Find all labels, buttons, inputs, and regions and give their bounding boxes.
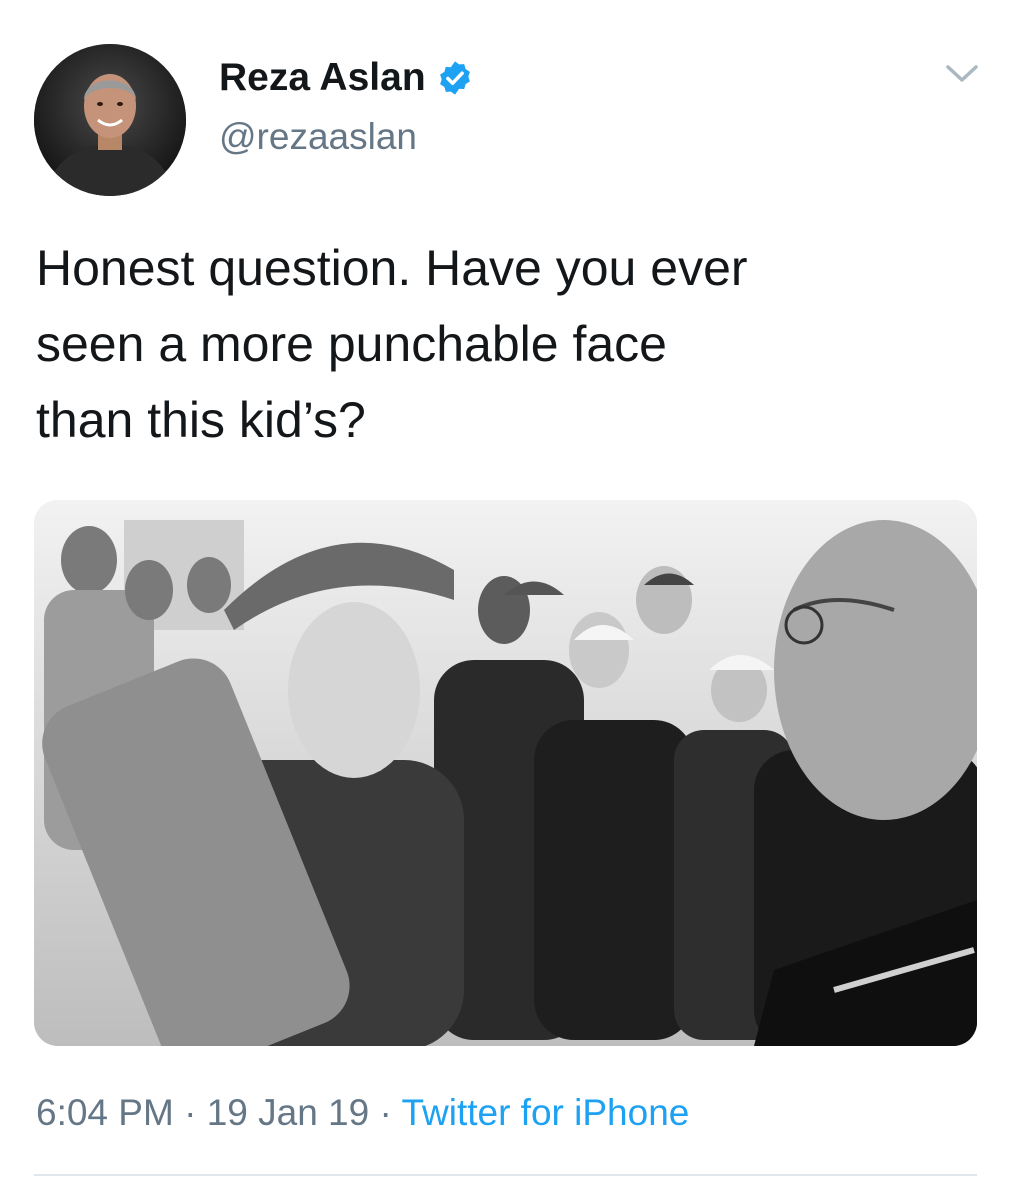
attached-photo-icon [34, 500, 977, 1046]
chevron-down-icon[interactable] [944, 62, 980, 86]
tweet-time[interactable]: 6:04 PM [36, 1092, 174, 1133]
tweet-source-link[interactable]: Twitter for iPhone [401, 1092, 689, 1133]
tweet-card: Reza Aslan @rezaaslan Honest question. H… [0, 0, 1011, 1200]
tweet-date[interactable]: 19 Jan 19 [207, 1092, 370, 1133]
author-name[interactable]: Reza Aslan [219, 56, 474, 100]
author-avatar[interactable] [34, 44, 186, 196]
author-handle[interactable]: @rezaaslan [219, 116, 417, 158]
author-name-text: Reza Aslan [219, 56, 426, 99]
meta-separator: · [369, 1092, 402, 1133]
profile-photo-icon [34, 44, 186, 196]
meta-separator: · [173, 1092, 207, 1133]
verified-badge-icon [439, 61, 470, 95]
tweet-photo[interactable] [34, 500, 977, 1046]
divider [34, 1174, 977, 1176]
tweet-text: Honest question. Have you ever seen a mo… [36, 240, 748, 448]
tweet-meta: 6:04 PM · 19 Jan 19 · Twitter for iPhone [36, 1092, 689, 1134]
